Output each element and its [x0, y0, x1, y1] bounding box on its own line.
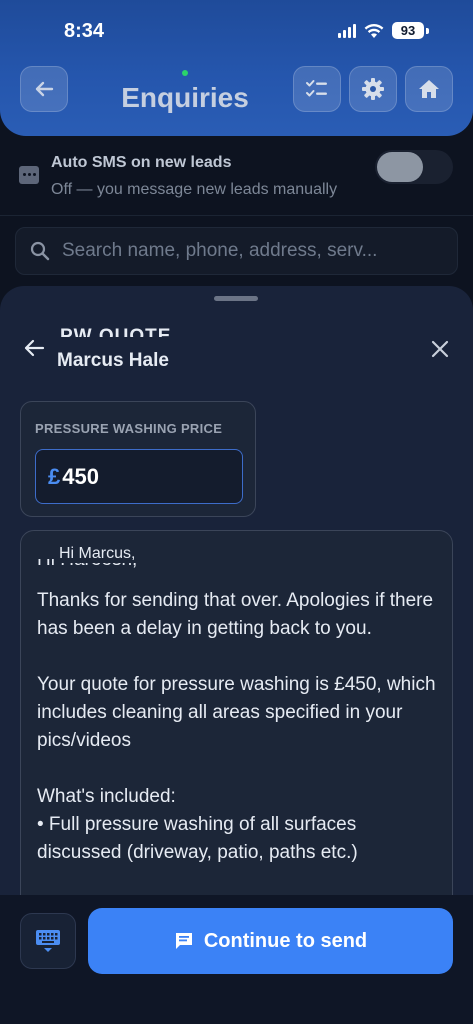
- checklist-icon: [306, 80, 327, 97]
- currency-symbol: £: [48, 463, 61, 489]
- customer-name: Marcus Hale: [57, 350, 169, 371]
- status-time: 8:34: [64, 20, 105, 42]
- gear-icon: [362, 78, 384, 100]
- auto-sms-title: Auto SMS on new leads: [51, 154, 232, 171]
- search-input[interactable]: [62, 240, 457, 262]
- quote-label: PW QUOTE: [60, 326, 172, 337]
- keyboard-icon: [36, 930, 60, 952]
- price-value: 450: [62, 463, 99, 489]
- status-icons: 93: [338, 22, 429, 39]
- search-icon: [30, 241, 50, 261]
- sheet-grabber[interactable]: [214, 296, 258, 301]
- bottom-bar: Continue to send: [0, 895, 473, 1024]
- signal-icon: [338, 23, 356, 38]
- settings-button[interactable]: [349, 66, 397, 112]
- toggle-knob: [377, 152, 423, 182]
- keyboard-button[interactable]: [20, 913, 76, 969]
- price-label: PRESSURE WASHING PRICE: [35, 421, 223, 436]
- chat-icon: [19, 166, 39, 184]
- greeting-overlay: Hi Marcus,: [57, 545, 138, 563]
- home-icon: [419, 80, 439, 98]
- price-input[interactable]: £ 450: [35, 449, 243, 504]
- home-button[interactable]: [405, 66, 453, 112]
- online-indicator: [182, 70, 188, 76]
- price-card: PRESSURE WASHING PRICE £ 450: [20, 401, 256, 517]
- sheet-back-icon[interactable]: [22, 336, 46, 360]
- auto-sms-subtitle: Off — you message new leads manually: [51, 181, 338, 198]
- continue-label: Continue to send: [203, 929, 368, 952]
- battery-indicator: 93: [392, 22, 424, 39]
- battery-tip: [426, 27, 429, 34]
- continue-to-send-button[interactable]: Continue to send: [88, 908, 453, 974]
- search-bar: [15, 227, 458, 275]
- checklist-button[interactable]: [293, 66, 341, 112]
- wifi-icon: [364, 23, 384, 38]
- message-body: Thanks for sending that over. Apologies …: [37, 590, 436, 863]
- auto-sms-toggle[interactable]: [375, 150, 453, 184]
- message-icon: [175, 933, 192, 949]
- close-icon[interactable]: [429, 338, 451, 360]
